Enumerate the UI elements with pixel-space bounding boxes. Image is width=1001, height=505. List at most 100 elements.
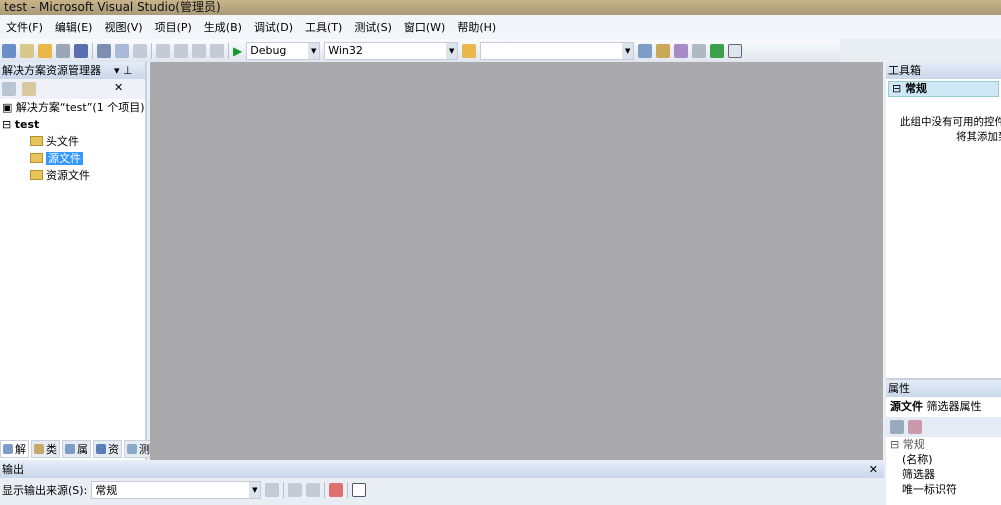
add-item-icon[interactable] (20, 43, 34, 58)
previous-message-icon[interactable] (288, 483, 303, 497)
clear-all-icon[interactable] (329, 483, 344, 497)
title-bar: test - Microsoft Visual Studio(管理员) (0, 0, 1001, 15)
panel-tabs: 解 类 属 资 测 (0, 440, 153, 458)
properties-panel: 属性 源文件 筛选器属性 ⊟ 常规 (名称) 筛选器 唯一标识符 (886, 378, 1001, 505)
tab-class[interactable]: 类 (31, 440, 60, 458)
folder-icon (30, 153, 43, 163)
find-combo[interactable]: ▼ (480, 41, 635, 60)
tab-label: 测 (139, 443, 150, 456)
word-wrap-icon[interactable] (352, 483, 367, 497)
menu-bar: 文件(F) 编辑(E) 视图(V) 项目(P) 生成(B) 调试(D) 工具(T… (0, 15, 1001, 39)
project-label: test (14, 118, 40, 131)
output-source-select[interactable]: 常规 ▼ (91, 481, 262, 499)
output-header: 输出 ✕ (0, 462, 884, 478)
cut-icon[interactable] (97, 43, 111, 58)
object-browser-icon[interactable] (674, 43, 689, 58)
properties-header: 属性 (886, 380, 1001, 397)
tab-test[interactable]: 测 (124, 440, 153, 458)
toolbox-group[interactable]: ⊟ 常规 (888, 81, 999, 97)
separator (283, 482, 285, 498)
solution-explorer-icon[interactable] (638, 43, 653, 58)
tree-folder[interactable]: 头文件 (0, 133, 145, 150)
class-icon (34, 444, 44, 454)
collapse-icon: ⊟ (892, 82, 902, 95)
chevron-down-icon: ▼ (446, 42, 458, 59)
menu-debug[interactable]: 调试(D) (248, 19, 299, 35)
property-row[interactable]: 唯一标识符 (886, 482, 1001, 497)
menu-file[interactable]: 文件(F) (0, 19, 49, 35)
close-icon[interactable]: ✕ (869, 462, 878, 478)
dropdown-icon[interactable]: ▾ (114, 64, 120, 77)
navigate-back-icon[interactable] (192, 43, 206, 58)
folder-label: 源文件 (46, 152, 83, 165)
output-source-value: 常规 (95, 484, 118, 497)
tab-label: 属 (77, 443, 88, 456)
category-row[interactable]: ⊟ 常规 (886, 437, 1001, 452)
new-project-icon[interactable] (2, 43, 16, 58)
resource-icon (96, 444, 106, 454)
close-icon[interactable]: ✕ (114, 81, 123, 94)
folder-icon (30, 170, 43, 180)
property-row[interactable]: (名称) (886, 452, 1001, 467)
object-name: 源文件 (890, 400, 923, 413)
command-window-icon[interactable] (728, 43, 743, 58)
configuration-value: Debug (250, 44, 287, 57)
test-icon (127, 444, 137, 454)
output-title: 输出 (2, 463, 24, 476)
separator (92, 42, 93, 59)
chevron-down-icon: ▼ (308, 42, 320, 59)
menu-help[interactable]: 帮助(H) (451, 19, 502, 35)
show-all-files-icon[interactable] (22, 82, 36, 96)
save-all-icon[interactable] (74, 43, 88, 58)
alphabetical-icon[interactable] (908, 420, 922, 434)
find-in-files-icon[interactable] (462, 43, 477, 58)
find-message-icon[interactable] (265, 483, 280, 497)
tab-solution[interactable]: 解 (0, 440, 29, 458)
toolbox-icon[interactable] (692, 43, 707, 58)
separator (151, 42, 152, 59)
tab-label: 类 (46, 443, 57, 456)
property-icon (65, 444, 75, 454)
start-page-icon[interactable] (710, 43, 725, 58)
property-row[interactable]: 筛选器 (886, 467, 1001, 482)
properties-title: 属性 (888, 382, 910, 395)
panel-header: 解决方案资源管理器 ... ▾ ⊥ ✕ (0, 62, 145, 94)
copy-icon[interactable] (115, 43, 129, 58)
standard-toolbar: ▶ Debug ▼ Win32 ▼ ▼ (0, 39, 840, 62)
paste-icon[interactable] (133, 43, 147, 58)
tab-resource[interactable]: 资 (93, 440, 122, 458)
tree-solution[interactable]: ▣ 解决方案“test”(1 个项目) (0, 99, 145, 116)
redo-icon[interactable] (174, 43, 188, 58)
open-icon[interactable] (38, 43, 52, 58)
chevron-down-icon: ▼ (249, 482, 261, 498)
platform-select[interactable]: Win32 ▼ (324, 41, 459, 60)
menu-build[interactable]: 生成(B) (198, 19, 248, 35)
properties-object[interactable]: 源文件 筛选器属性 (886, 397, 1001, 417)
properties-icon[interactable] (2, 82, 16, 96)
editor-area (150, 62, 883, 460)
start-debug-icon[interactable]: ▶ (233, 44, 242, 58)
tab-property[interactable]: 属 (62, 440, 91, 458)
tree-folder[interactable]: 源文件 (0, 150, 145, 167)
menu-test[interactable]: 测试(S) (348, 19, 398, 35)
tree-folder[interactable]: 资源文件 (0, 167, 145, 184)
properties-icon[interactable] (656, 43, 671, 58)
categorized-icon[interactable] (890, 420, 904, 434)
save-icon[interactable] (56, 43, 70, 58)
toolbox-empty-text: 此组中没有可用的控件将其添加到 (886, 115, 1001, 145)
configuration-select[interactable]: Debug ▼ (246, 41, 321, 60)
separator (228, 42, 229, 59)
menu-tools[interactable]: 工具(T) (299, 19, 348, 35)
menu-project[interactable]: 项目(P) (149, 19, 198, 35)
undo-icon[interactable] (156, 43, 170, 58)
menu-window[interactable]: 窗口(W) (398, 19, 451, 35)
menu-edit[interactable]: 编辑(E) (49, 19, 99, 35)
navigate-forward-icon[interactable] (210, 43, 224, 58)
pin-icon[interactable]: ⊥ (123, 64, 133, 77)
next-message-icon[interactable] (306, 483, 321, 497)
menu-view[interactable]: 视图(V) (98, 19, 148, 35)
properties-toolbar (886, 417, 1001, 437)
panel-title: 解决方案资源管理器 ... (2, 64, 101, 94)
solution-explorer-panel: 解决方案资源管理器 ... ▾ ⊥ ✕ ▣ 解决方案“test”(1 个项目) ⊟… (0, 62, 153, 460)
tree-project[interactable]: ⊟ test (0, 116, 145, 133)
